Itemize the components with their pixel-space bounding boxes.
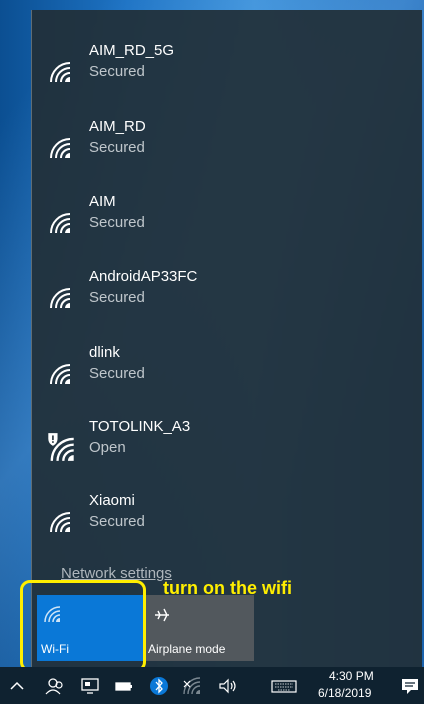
network-item-xiaomi[interactable]: Xiaomi Secured — [32, 488, 422, 554]
annotation-highlight-box — [20, 580, 146, 672]
network-name: Xiaomi — [89, 492, 135, 509]
airplane-icon — [155, 608, 169, 622]
network-status: Secured — [89, 513, 145, 530]
wifi-icon[interactable] — [181, 675, 203, 697]
network-status: Secured — [89, 139, 145, 156]
volume-icon[interactable] — [217, 675, 239, 697]
airplane-tile-label: Airplane mode — [148, 642, 226, 656]
network-item-androidap33fc[interactable]: AndroidAP33FC Secured — [32, 264, 422, 330]
bluetooth-icon[interactable] — [148, 675, 170, 697]
chevron-up-icon[interactable] — [6, 675, 28, 697]
wifi-icon — [50, 512, 71, 533]
clock-time[interactable]: 4:30 PM — [329, 669, 374, 683]
wifi-icon — [50, 62, 71, 83]
network-status: Secured — [89, 63, 145, 80]
network-status: Secured — [89, 214, 145, 231]
wifi-icon — [50, 213, 71, 234]
network-name: AIM_RD — [89, 118, 146, 135]
network-name: AIM_RD_5G — [89, 42, 175, 59]
wifi-open-shield-icon — [48, 433, 74, 461]
network-status: Open — [89, 439, 126, 456]
battery-icon[interactable] — [113, 675, 135, 697]
network-name: dlink — [89, 344, 120, 361]
annotation-text: turn on the wifi — [163, 578, 292, 598]
wifi-icon — [50, 138, 71, 159]
network-item-totolink-a3[interactable]: TOTOLINK_A3 Open — [32, 414, 422, 480]
network-item-aim-rd-5g[interactable]: AIM_RD_5G Secured — [32, 38, 422, 104]
wifi-icon — [50, 288, 71, 309]
network-item-aim[interactable]: AIM Secured — [32, 189, 422, 255]
people-icon[interactable] — [44, 675, 66, 697]
keyboard-icon[interactable] — [270, 675, 298, 697]
clock-date[interactable]: 6/18/2019 — [318, 686, 371, 700]
network-name: TOTOLINK_A3 — [89, 418, 191, 435]
network-monitor-icon[interactable] — [79, 675, 101, 697]
taskbar: 4:30 PM 6/18/2019 — [0, 667, 424, 704]
network-status: Secured — [89, 365, 145, 382]
network-name: AndroidAP33FC — [89, 268, 198, 285]
notification-icon[interactable] — [399, 675, 421, 697]
network-name: AIM — [89, 193, 116, 210]
network-item-dlink[interactable]: dlink Secured — [32, 340, 422, 406]
wifi-icon — [50, 364, 71, 385]
airplane-mode-tile[interactable]: Airplane mode — [146, 595, 254, 661]
network-status: Secured — [89, 289, 145, 306]
network-item-aim-rd[interactable]: AIM_RD Secured — [32, 114, 422, 180]
network-flyout: AIM_RD_5G Secured AIM_RD Secured AIM Sec… — [31, 10, 422, 667]
